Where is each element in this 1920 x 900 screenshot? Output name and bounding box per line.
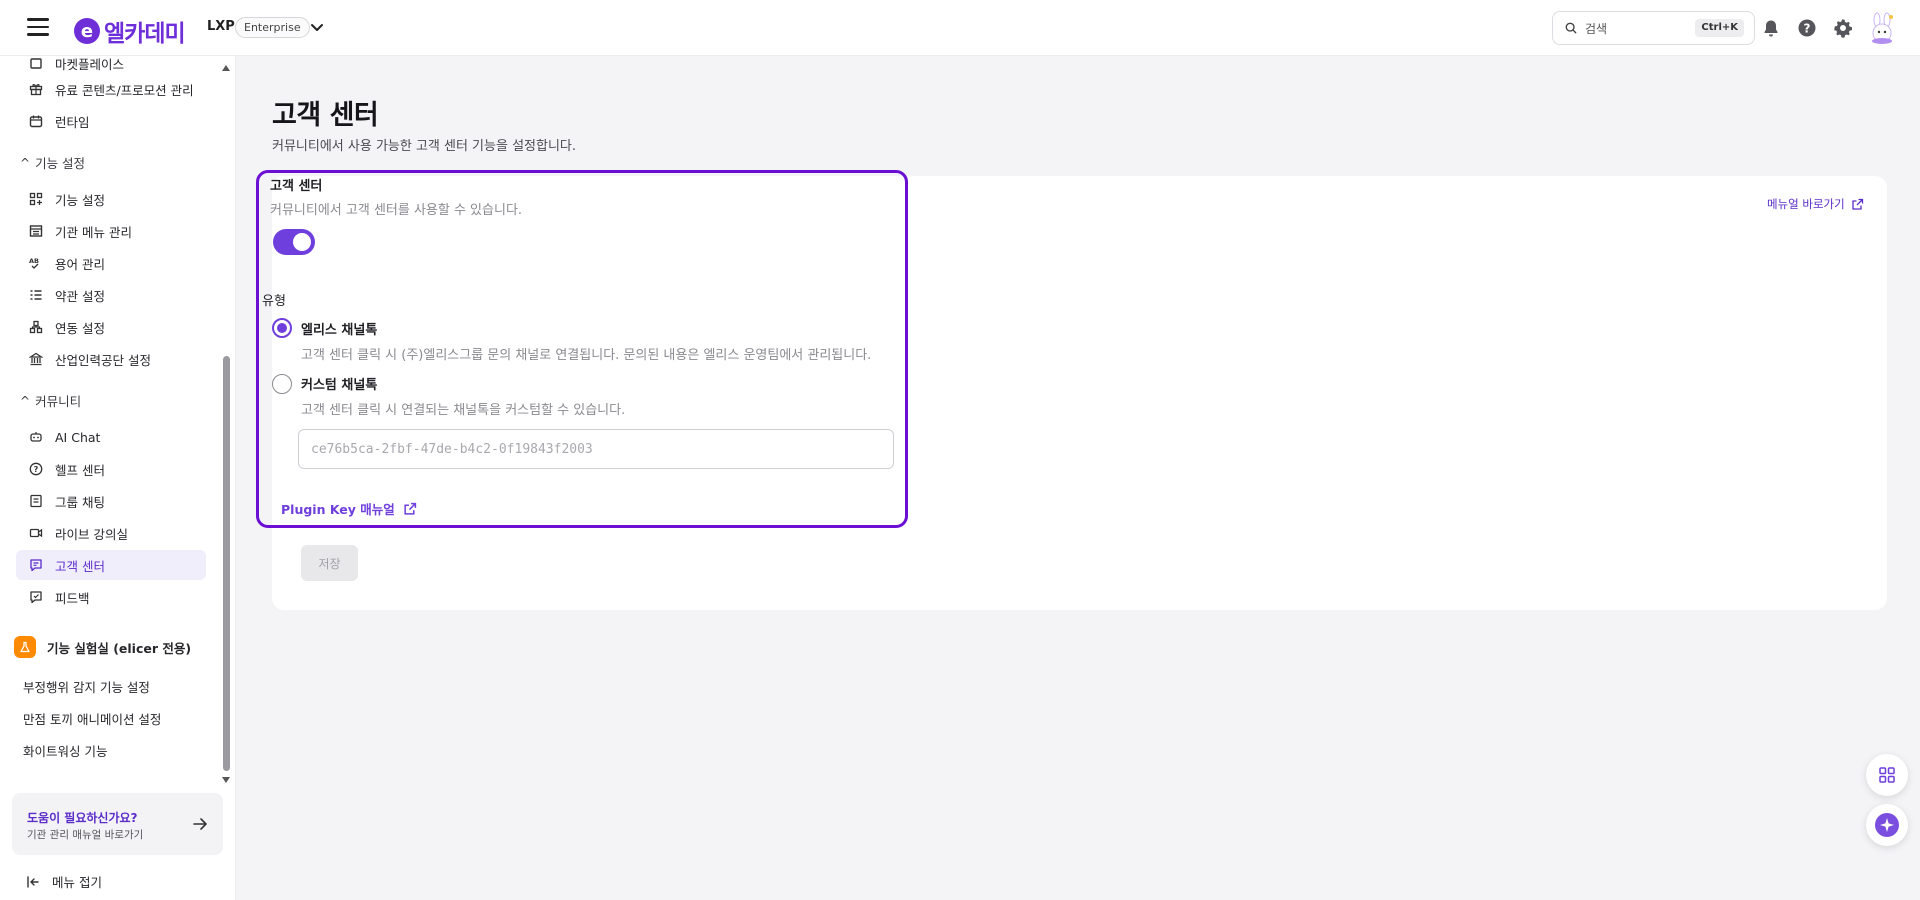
sparkle-icon (1875, 813, 1899, 837)
menu-list-icon (28, 223, 44, 239)
scroll-up-icon[interactable] (221, 64, 231, 72)
manual-link[interactable]: 메뉴얼 바로가기 (1767, 196, 1864, 212)
save-button[interactable]: 저장 (301, 545, 358, 581)
sidebar-item-paid-content[interactable]: 유료 콘텐츠/프로모션 관리 (16, 74, 206, 104)
search-icon (1565, 22, 1577, 34)
scroll-thumb[interactable] (223, 356, 230, 771)
feedback-icon (28, 589, 44, 605)
sidebar-item-cheating-detection[interactable]: 부정행위 감지 기능 설정 (23, 677, 150, 696)
plugin-key-input[interactable] (298, 429, 894, 469)
sidebar-item-whitewashing[interactable]: 화이트워싱 기능 (23, 741, 107, 760)
video-icon (28, 525, 44, 541)
sidebar-item-terminology[interactable]: AB 용어 관리 (16, 248, 206, 278)
option-desc-elice: 고객 센터 클릭 시 (주)엘리스그룹 문의 채널로 연결됩니다. 문의된 내용… (301, 348, 872, 363)
chevron-up-icon: ^ (20, 155, 31, 170)
sidebar-item-customer-center[interactable]: 고객 센터 (16, 550, 206, 580)
sidebar-item-group-chat[interactable]: 그룹 채팅 (16, 486, 206, 516)
option-desc-custom: 고객 센터 클릭 시 연결되는 채널톡을 커스텀할 수 있습니다. (301, 403, 626, 418)
sidebar-item-terms[interactable]: 약관 설정 (16, 280, 206, 310)
feature-grid-icon (28, 191, 44, 207)
top-header: e 엘카데미 LXP Enterprise 검색 Ctrl+K ? (0, 0, 1920, 56)
option-title-elice: 엘리스 채널톡 (301, 323, 378, 338)
ai-assistant-button[interactable] (1866, 804, 1908, 846)
help-icon[interactable]: ? (1797, 18, 1817, 38)
logo-text: 엘카데미 (104, 21, 186, 47)
sidebar-item-integration[interactable]: 연동 설정 (16, 312, 206, 342)
search-placeholder: 검색 (1585, 21, 1608, 36)
chevron-up-icon: ^ (20, 393, 31, 408)
runtime-icon (28, 113, 44, 129)
section-title: 고객 센터 (270, 179, 323, 194)
external-link-icon (404, 502, 416, 515)
hamburger-menu-icon[interactable] (27, 18, 49, 38)
bell-icon[interactable] (1761, 18, 1781, 38)
abc-icon: AB (28, 255, 44, 271)
plugin-key-manual-link[interactable]: Plugin Key 매뉴얼 (281, 499, 417, 518)
institution-icon (28, 351, 44, 367)
search-shortcut: Ctrl+K (1695, 19, 1744, 37)
scroll-down-icon[interactable] (221, 776, 231, 784)
sidebar-item-menu-management[interactable]: 기관 메뉴 관리 (16, 216, 206, 246)
external-link-icon (1852, 198, 1863, 210)
sidebar-scrollbar[interactable] (221, 64, 233, 784)
svg-text:?: ? (34, 465, 39, 474)
avatar[interactable] (1867, 12, 1897, 44)
sidebar-item-help-center[interactable]: ? 헬프 센터 (16, 454, 206, 484)
flask-icon (14, 636, 36, 658)
radio-custom-channeltalk[interactable] (272, 374, 292, 394)
customer-chat-icon (28, 557, 44, 573)
terms-list-icon (28, 287, 44, 303)
sidebar-item-feature-settings[interactable]: 기능 설정 (16, 184, 206, 214)
svg-text:?: ? (1804, 22, 1811, 36)
toggle-knob (293, 233, 311, 251)
apps-grid-icon (1879, 767, 1895, 783)
product-name: LXP (207, 19, 235, 34)
chat-book-icon (28, 493, 44, 509)
section-community[interactable]: ^ 커뮤니티 (20, 391, 81, 410)
sidebar-item-feedback[interactable]: 피드백 (16, 582, 206, 612)
collapse-menu-button[interactable]: 메뉴 접기 (26, 872, 102, 891)
search-input[interactable]: 검색 Ctrl+K (1552, 11, 1755, 45)
section-description: 커뮤니티에서 고객 센터를 사용할 수 있습니다. (270, 203, 523, 218)
sidebar-item-bunny-animation[interactable]: 만점 토끼 애니메이션 설정 (23, 709, 161, 728)
type-label: 유형 (262, 294, 286, 309)
gift-icon (28, 81, 44, 97)
logo-mark: e (74, 18, 100, 44)
store-icon (28, 56, 44, 71)
customer-center-toggle[interactable] (273, 229, 315, 255)
sidebar-item-hrdk-settings[interactable]: 산업인력공단 설정 (16, 344, 206, 374)
feature-lab-section[interactable]: 기능 실험실 (elicer 전용) (14, 636, 191, 658)
integration-icon (28, 319, 44, 335)
page-description: 커뮤니티에서 사용 가능한 고객 센터 기능을 설정합니다. (272, 139, 577, 154)
logo[interactable]: e 엘카데미 (74, 14, 186, 48)
radio-elice-channeltalk[interactable] (272, 318, 292, 338)
sidebar-item-ai-chat[interactable]: AI Chat (16, 422, 206, 452)
help-card-title: 도움이 필요하신가요? (27, 811, 138, 825)
chevron-down-icon[interactable] (308, 18, 326, 36)
collapse-arrow-icon (27, 875, 39, 888)
help-circle-icon: ? (28, 461, 44, 477)
plan-badge: Enterprise (235, 17, 310, 38)
option-title-custom: 커스텀 채널톡 (301, 378, 378, 393)
apps-grid-button[interactable] (1866, 754, 1908, 796)
arrow-right-icon (193, 818, 207, 830)
gear-icon[interactable] (1833, 18, 1853, 38)
robot-icon (28, 429, 44, 445)
help-card[interactable]: 도움이 필요하신가요? 기관 관리 매뉴얼 바로가기 (12, 793, 223, 855)
sidebar: 마켓플레이스 유료 콘텐츠/프로모션 관리 런타임 ^ 기능 설정 기능 설정 … (0, 56, 236, 900)
section-feature-settings[interactable]: ^ 기능 설정 (20, 153, 85, 172)
help-card-subtitle: 기관 관리 매뉴얼 바로가기 (27, 829, 144, 841)
sidebar-item-live-class[interactable]: 라이브 강의실 (16, 518, 206, 548)
page-title: 고객 센터 (272, 100, 379, 131)
sidebar-item-runtime[interactable]: 런타임 (16, 106, 206, 136)
